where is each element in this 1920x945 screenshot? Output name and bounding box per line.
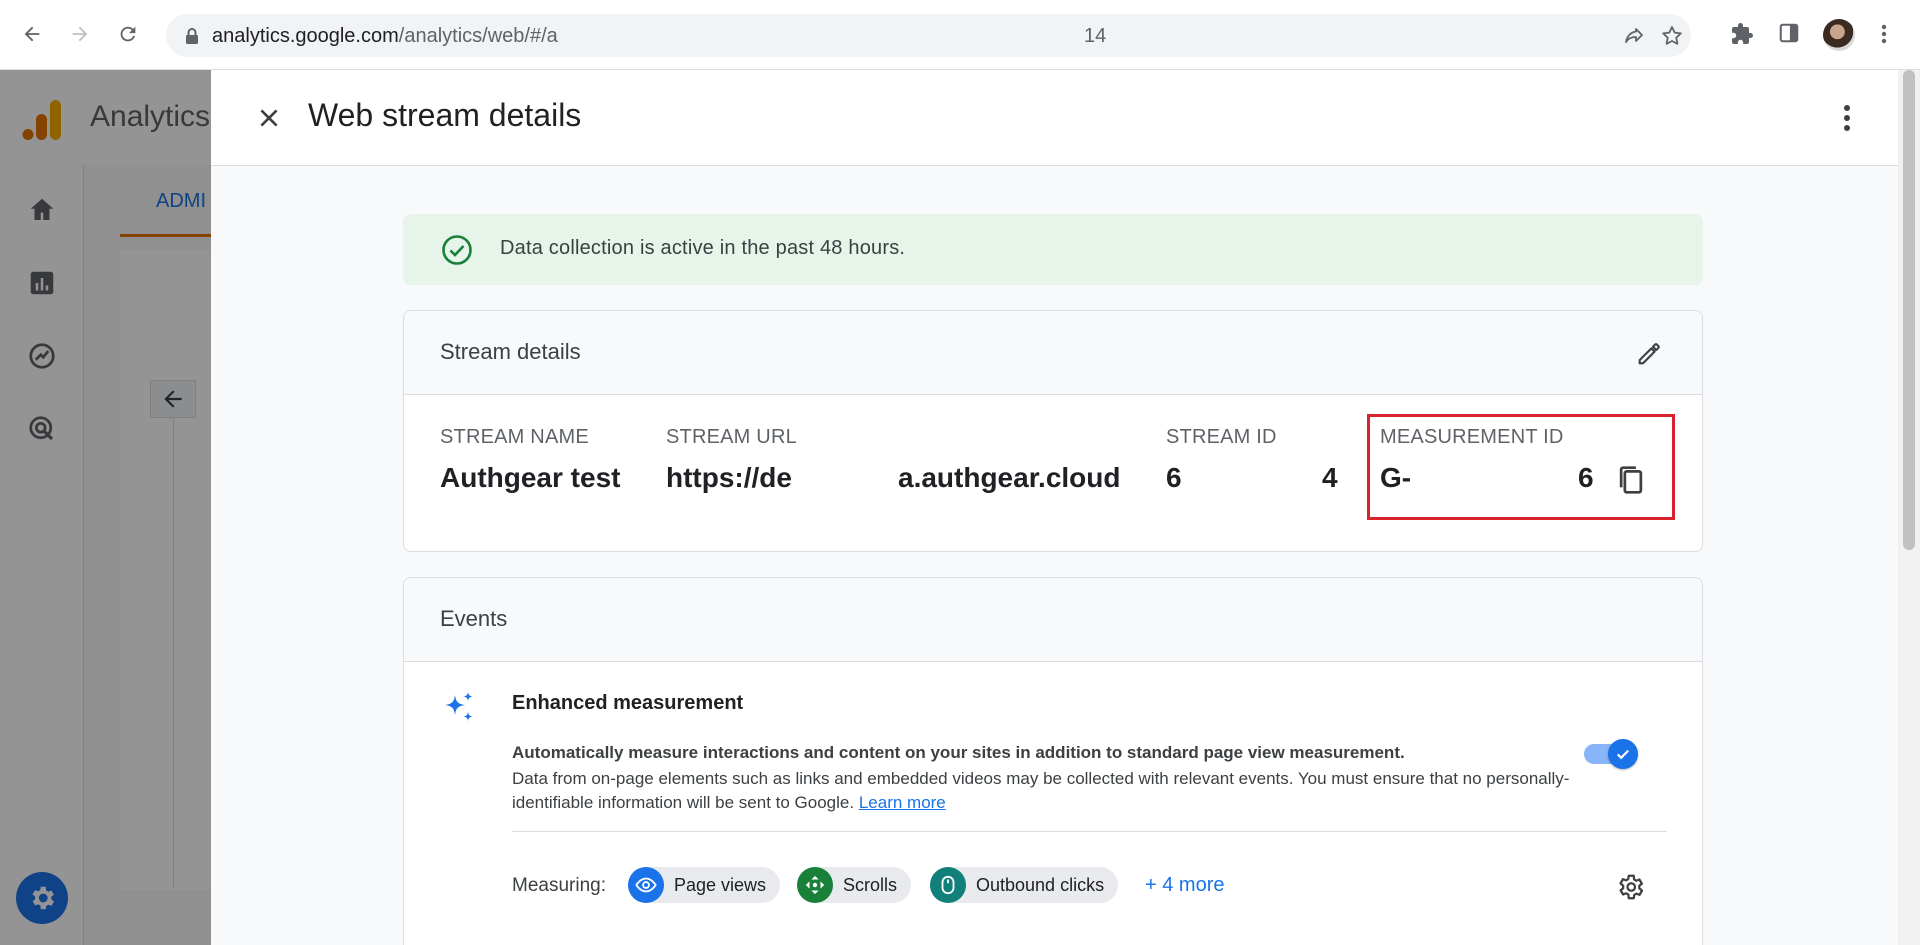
stream-details-header: Stream details [404,311,1702,395]
measurement-settings-button[interactable] [1612,869,1648,905]
toggle-knob [1608,739,1638,769]
drawer-title: Web stream details [308,97,582,133]
url-path: /analytics/web/#/a [398,25,558,47]
browser-menu-icon[interactable] [1878,22,1890,46]
chip-outbound-clicks[interactable]: Outbound clicks [930,867,1119,903]
stream-name-label: STREAM NAME [440,426,589,448]
measurement-id-value-end: 6 [1578,462,1594,493]
chip-outbound-clicks-label: Outbound clicks [976,874,1105,895]
stream-details-title: Stream details [440,339,581,364]
scrollbar-thumb[interactable] [1903,70,1915,550]
arrow-left-icon [24,26,40,42]
measuring-label: Measuring: [512,875,606,896]
enhanced-measurement-toggle[interactable] [1582,739,1638,769]
chip-page-views-label: Page views [674,874,767,895]
settings-gear-icon [1619,874,1644,900]
profile-avatar[interactable] [1823,19,1855,51]
check-icon [1616,749,1630,760]
more-options-button[interactable] [1829,98,1865,138]
more-events-link[interactable]: + 4 more [1145,874,1224,897]
events-divider [512,831,1667,832]
measurement-id-value-start: G- [1380,462,1412,493]
url-end-text: 14 [1084,25,1107,47]
arrow-right-icon [72,26,88,42]
browser-toolbar: analytics.google.com/analytics/web/#/a 1… [0,0,1920,70]
share-icon[interactable] [1622,24,1646,48]
copy-icon [1619,466,1643,494]
data-collection-banner: Data collection is active in the past 48… [403,214,1703,285]
close-button[interactable] [251,100,287,136]
check-circle-icon [442,235,472,265]
stream-url-value-start: https://de [666,462,792,493]
drawer-header: Web stream details [211,70,1898,166]
enhanced-measurement-description: Data from on-page elements such as links… [512,767,1572,815]
learn-more-link[interactable]: Learn more [859,793,946,812]
stream-id-value-end: 4 [1322,462,1338,493]
scroll-icon [797,867,833,903]
url-text: analytics.google.com/analytics/web/#/a [212,25,558,48]
edit-pencil-icon [1638,343,1660,365]
stream-name-value: Authgear test [440,462,621,493]
chip-scrolls-label: Scrolls [843,874,898,895]
star-icon[interactable] [1660,24,1684,48]
enhanced-measurement-summary: Automatically measure interactions and c… [512,743,1405,762]
close-icon [260,109,278,127]
more-vert-icon [1844,105,1850,131]
url-host: analytics.google.com [212,25,399,47]
forward-button[interactable] [64,18,96,50]
enhanced-measurement-title: Enhanced measurement [512,692,744,714]
reload-icon [120,26,136,42]
stream-url-value-end: a.authgear.cloud [898,462,1121,493]
sparkle-icon [445,692,473,721]
reload-button[interactable] [112,18,144,50]
side-panel-icon[interactable] [1778,22,1800,44]
lock-icon [186,28,198,44]
stream-id-label: STREAM ID [1166,426,1277,448]
stream-id-value-start: 6 [1166,462,1182,493]
banner-text: Data collection is active in the past 48… [500,237,906,259]
eye-icon [628,867,664,903]
stream-url-label: STREAM URL [666,426,797,448]
events-title: Events [440,606,508,631]
drawer-scrollbar[interactable] [1898,70,1920,945]
enhanced-measurement-desc-text: Data from on-page elements such as links… [512,769,1570,812]
chip-page-views[interactable]: Page views [628,867,781,903]
mouse-icon [930,867,966,903]
edit-stream-button[interactable] [1632,337,1666,371]
chip-scrolls[interactable]: Scrolls [797,867,912,903]
copy-measurement-id-button[interactable] [1613,462,1649,498]
extensions-icon[interactable] [1730,22,1754,46]
measurement-id-label: MEASUREMENT ID [1380,426,1564,448]
events-header: Events [404,578,1702,662]
address-bar[interactable]: analytics.google.com/analytics/web/#/a 1… [166,14,1691,57]
back-button[interactable] [16,18,48,50]
